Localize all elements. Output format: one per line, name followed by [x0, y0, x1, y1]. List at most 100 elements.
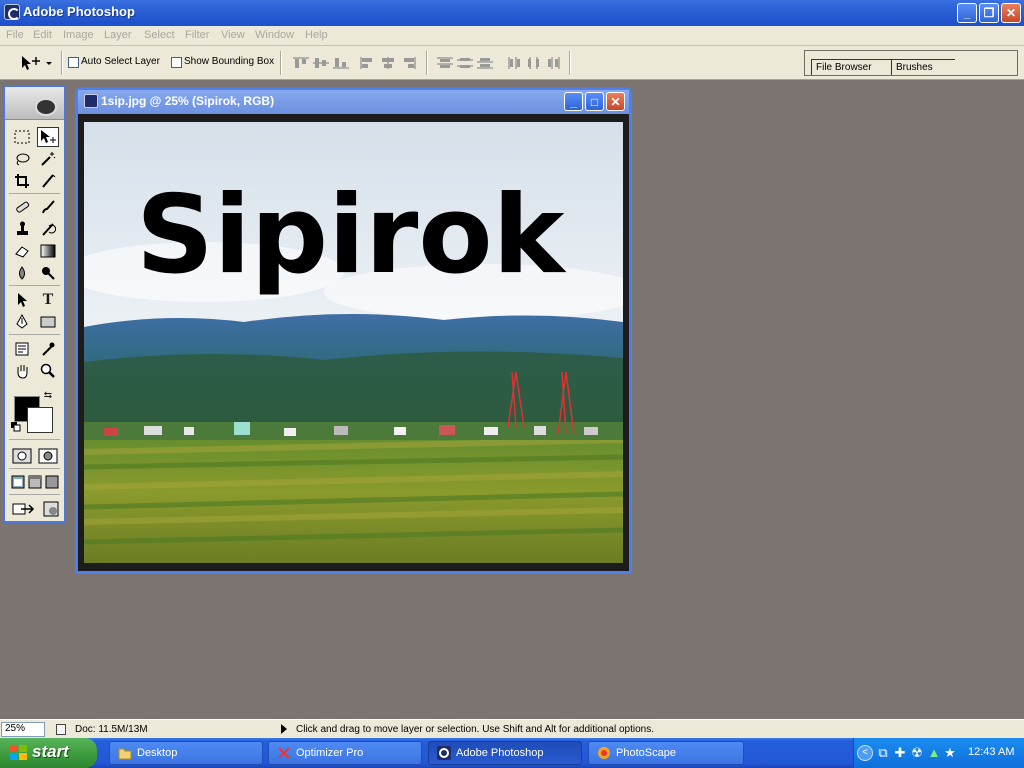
minimize-button[interactable]: _ — [957, 3, 977, 23]
pen-icon[interactable] — [11, 312, 33, 332]
eyedropper-icon[interactable] — [37, 339, 59, 359]
distribute-bottom-edges-icon[interactable] — [476, 56, 494, 70]
background-color-swatch[interactable] — [27, 407, 53, 433]
tool-preset-picker[interactable] — [18, 53, 56, 73]
menu-bar: File Edit Image Layer Select Filter View… — [0, 26, 1024, 46]
close-button[interactable]: ✕ — [1001, 3, 1021, 23]
dodge-icon[interactable] — [37, 263, 59, 283]
distribute-right-edges-icon[interactable] — [544, 56, 562, 70]
gradient-icon[interactable] — [37, 241, 59, 261]
menu-file[interactable]: File — [6, 29, 24, 41]
magic-wand-icon[interactable] — [37, 149, 59, 169]
healing-brush-icon[interactable] — [11, 197, 33, 217]
folder-icon — [118, 746, 132, 760]
taskbar-item-desktop[interactable]: Desktop — [109, 741, 263, 765]
align-top-edges-icon[interactable] — [292, 56, 310, 70]
rectangular-marquee-icon[interactable] — [11, 127, 33, 147]
menu-image[interactable]: Image — [63, 29, 94, 41]
eraser-icon[interactable] — [11, 241, 33, 261]
align-right-edges-icon[interactable] — [399, 56, 417, 70]
antivirus-icon[interactable]: ☢ — [910, 745, 924, 760]
align-vertical-centers-icon[interactable] — [312, 56, 330, 70]
document-info[interactable]: Doc: 11.5M/13M — [75, 724, 148, 735]
rectangle-shape-icon[interactable] — [37, 312, 59, 332]
blur-icon[interactable] — [11, 263, 33, 283]
windows-flag-icon — [10, 745, 28, 761]
menu-help[interactable]: Help — [305, 29, 328, 41]
full-screen-mode-icon[interactable] — [43, 472, 60, 492]
notes-icon[interactable] — [11, 339, 33, 359]
swap-colors-icon[interactable]: ⇆ — [41, 388, 55, 402]
divider — [9, 468, 60, 469]
brushes-tab[interactable]: Brushes — [891, 59, 955, 75]
standard-screen-mode-icon[interactable] — [9, 472, 26, 492]
show-hidden-icons-icon[interactable]: < — [857, 745, 873, 761]
distribute-top-edges-icon[interactable] — [436, 56, 454, 70]
align-left-edges-icon[interactable] — [359, 56, 377, 70]
jump-to-imageready-icon[interactable] — [11, 499, 37, 519]
document-titlebar[interactable]: 1sip.jpg @ 25% (Sipirok, RGB) _ □ ✕ — [78, 90, 629, 114]
move-tool-icon[interactable] — [37, 127, 59, 147]
distribute-horizontal-centers-icon[interactable] — [525, 56, 543, 70]
status-menu-arrow-icon[interactable] — [281, 724, 287, 734]
document-canvas[interactable]: Sipirok — [84, 122, 623, 563]
document-maximize-button[interactable]: □ — [585, 92, 604, 111]
toolbox: T ⇆ — [3, 85, 66, 523]
menu-layer[interactable]: Layer — [104, 29, 132, 41]
menu-select[interactable]: Select — [144, 29, 175, 41]
security-shield-icon[interactable]: ✚ — [893, 745, 907, 760]
distribute-vertical-centers-icon[interactable] — [456, 56, 474, 70]
quick-mask-mode-icon[interactable] — [37, 446, 59, 466]
taskbar-item-photoscape[interactable]: PhotoScape — [588, 741, 744, 765]
standard-mode-icon[interactable] — [11, 446, 33, 466]
divider — [9, 494, 60, 495]
type-tool-icon[interactable]: T — [37, 290, 59, 310]
taskbar-item-label: PhotoScape — [616, 747, 676, 759]
hand-icon[interactable] — [11, 361, 33, 381]
document-info-icon[interactable] — [56, 724, 66, 735]
document-minimize-button[interactable]: _ — [564, 92, 583, 111]
divider — [9, 193, 60, 194]
zoom-field[interactable]: 25% — [1, 722, 45, 737]
app-titlebar[interactable]: Adobe Photoshop _ ❐ ✕ — [0, 0, 1024, 26]
taskbar-item-label: Desktop — [137, 747, 178, 759]
show-bounding-box-checkbox[interactable] — [171, 57, 182, 68]
default-colors-icon[interactable] — [10, 421, 22, 433]
imageready-icon[interactable] — [40, 499, 62, 519]
lasso-icon[interactable] — [11, 149, 33, 169]
divider — [9, 285, 60, 286]
menu-view[interactable]: View — [221, 29, 245, 41]
photoshop-document-icon — [84, 94, 98, 108]
align-bottom-edges-icon[interactable] — [332, 56, 350, 70]
brush-icon[interactable] — [37, 197, 59, 217]
crop-icon[interactable] — [11, 171, 33, 191]
triangle-app-icon[interactable]: ▲ — [927, 745, 941, 760]
menu-edit[interactable]: Edit — [33, 29, 52, 41]
menu-filter[interactable]: Filter — [185, 29, 209, 41]
slice-icon[interactable] — [37, 171, 59, 191]
history-brush-icon[interactable] — [37, 219, 59, 239]
align-horizontal-centers-icon[interactable] — [379, 56, 397, 70]
network-icon[interactable]: ⧉ — [876, 745, 890, 760]
tools-icon — [277, 746, 291, 760]
photoshop-icon[interactable] — [4, 4, 20, 20]
separator — [61, 51, 63, 75]
clock[interactable]: 12:43 AM — [968, 746, 1014, 758]
taskbar-item-optimizer-pro[interactable]: Optimizer Pro — [268, 741, 422, 765]
zoom-icon[interactable] — [37, 361, 59, 381]
taskbar-item-adobe-photoshop[interactable]: Adobe Photoshop — [428, 741, 582, 765]
menu-window[interactable]: Window — [255, 29, 294, 41]
document-window: 1sip.jpg @ 25% (Sipirok, RGB) _ □ ✕ Sipi… — [75, 87, 632, 574]
toolbox-header[interactable] — [5, 87, 64, 120]
start-button[interactable]: start — [0, 738, 97, 768]
document-close-button[interactable]: ✕ — [606, 92, 625, 111]
distribute-left-edges-icon[interactable] — [506, 56, 524, 70]
path-selection-icon[interactable] — [11, 290, 33, 310]
clone-stamp-icon[interactable] — [11, 219, 33, 239]
full-screen-menu-mode-icon[interactable] — [26, 472, 43, 492]
monitor-app-icon[interactable] — [951, 745, 965, 760]
restore-button[interactable]: ❐ — [979, 3, 999, 23]
file-browser-tab[interactable]: File Browser — [811, 59, 891, 75]
auto-select-layer-checkbox[interactable] — [68, 57, 79, 68]
adobe-online-eye-icon[interactable] — [35, 98, 57, 116]
